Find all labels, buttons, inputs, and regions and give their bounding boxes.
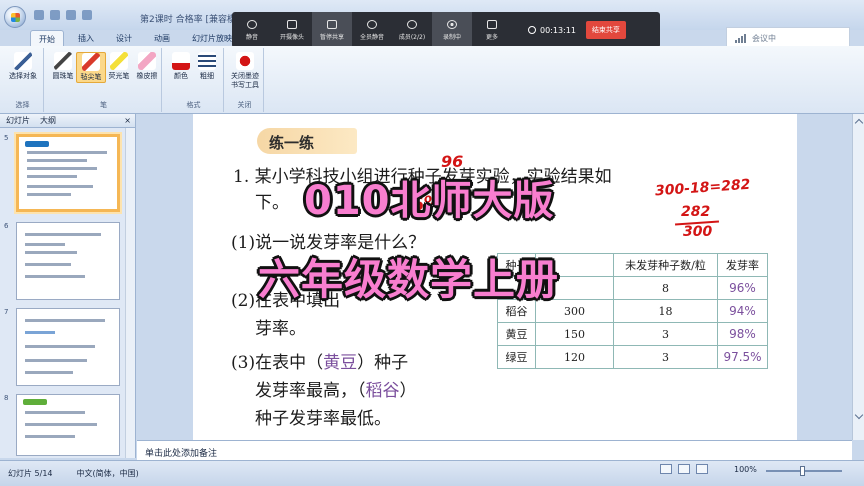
thumb-number: 6	[4, 222, 9, 230]
scroll-up-icon[interactable]	[854, 118, 864, 128]
save-icon[interactable]	[34, 10, 44, 20]
slide-pane-scrollbar[interactable]	[125, 128, 135, 458]
zoom-slider-thumb[interactable]	[800, 466, 805, 476]
close-ink-tools-button[interactable]: 关闭墨迹书写工具	[228, 52, 262, 90]
overlay-title-line1: 010北师大版	[304, 178, 555, 224]
close-pane-icon[interactable]: ×	[124, 116, 131, 125]
thumb-number: 8	[4, 394, 9, 402]
view-buttons	[660, 464, 708, 474]
sorter-view-icon[interactable]	[678, 464, 690, 474]
ballpoint-pen-icon	[54, 52, 72, 70]
scroll-down-icon[interactable]	[854, 410, 864, 420]
slide-thumbnail[interactable]	[16, 222, 120, 300]
ink-annotation: 282	[681, 204, 711, 220]
office-button[interactable]	[4, 6, 26, 28]
slide-pane-tabs: 幻灯片 大纲 ×	[0, 114, 135, 128]
quick-access-toolbar	[34, 10, 92, 20]
question-text-cont: 下。	[255, 193, 289, 213]
group-format: 颜色 粗细 格式	[164, 48, 224, 112]
answer-lowest: 稻谷	[365, 381, 400, 401]
ink-annotation: 300-18=282	[654, 176, 751, 200]
mute-all-icon	[367, 19, 377, 29]
tab-outline[interactable]: 大纲	[40, 115, 56, 126]
slide-thumbnail[interactable]	[16, 134, 120, 212]
undo-icon[interactable]	[50, 10, 60, 20]
ribbon: 选择对象 选择 圆珠笔 毡尖笔 荧光笔 橡皮擦 笔 颜色 粗细 格式 关闭墨迹书…	[0, 46, 864, 114]
microphone-icon	[247, 19, 257, 29]
thumb-number: 7	[4, 308, 9, 316]
pause-share-icon	[327, 19, 337, 29]
slide-pane: 幻灯片 大纲 × 5 6 7 8	[0, 114, 136, 458]
subquestion-2-cont: 芽率。	[255, 319, 306, 339]
tab-insert[interactable]: 插入	[70, 30, 102, 46]
slide-thumbnail[interactable]	[16, 308, 120, 386]
print-icon[interactable]	[82, 10, 92, 20]
highlighter-icon	[110, 52, 128, 70]
table-header: 发芽率	[717, 253, 768, 277]
redo-icon[interactable]	[66, 10, 76, 20]
table-row: 黄豆 150 3 98%	[497, 322, 768, 346]
tab-home[interactable]: 开始	[30, 30, 64, 46]
eraser-button[interactable]: 橡皮擦	[132, 52, 162, 81]
ink-annotation: 300	[683, 224, 713, 240]
ballpoint-pen-button[interactable]: 圆珠笔	[48, 52, 78, 81]
select-objects-button[interactable]: 选择对象	[8, 52, 38, 81]
camera-icon	[287, 19, 297, 29]
notes-pane[interactable]: 单击此处添加备注	[137, 440, 852, 460]
subquestion-3-cont: 发芽率最高，（稻谷）	[255, 381, 417, 401]
language-indicator: 中文(简体，中国)	[76, 469, 139, 478]
slideshow-view-icon[interactable]	[696, 464, 708, 474]
group-pen: 圆珠笔 毡尖笔 荧光笔 橡皮擦 笔	[46, 48, 162, 112]
thickness-button[interactable]: 粗细	[192, 52, 222, 81]
table-header: 未发芽种子数/粒	[613, 253, 718, 277]
felt-tip-pen-icon	[82, 53, 100, 71]
answer-highest: 黄豆	[323, 353, 358, 373]
felt-tip-pen-button[interactable]: 毡尖笔	[76, 52, 106, 83]
section-title: 练一练	[269, 134, 315, 152]
tab-slides[interactable]: 幻灯片	[6, 115, 30, 126]
highlighter-button[interactable]: 荧光笔	[104, 52, 134, 81]
subquestion-3: (3)在表中（黄豆）种子	[231, 353, 409, 373]
cursor-icon	[14, 52, 32, 70]
tab-animation[interactable]: 动画	[146, 30, 178, 46]
overlay-title-line2: 六年级数学上册	[258, 255, 560, 304]
group-select: 选择对象 选择	[2, 48, 44, 112]
zoom-level[interactable]: 100%	[734, 465, 757, 474]
color-icon	[172, 52, 190, 70]
close-icon	[236, 52, 254, 70]
thickness-icon	[198, 52, 216, 70]
members-icon	[407, 19, 417, 29]
thumb-number: 5	[4, 134, 9, 142]
tab-design[interactable]: 设计	[108, 30, 140, 46]
subquestion-3-end: 种子发芽率最低。	[255, 409, 391, 429]
slide-thumbnail[interactable]	[16, 394, 120, 456]
tab-slideshow[interactable]: 幻灯片放映	[184, 30, 240, 46]
vertical-scrollbar[interactable]	[852, 114, 864, 440]
table-row: 绿豆 120 3 97.5%	[497, 345, 768, 369]
group-close: 关闭墨迹书写工具 关闭	[226, 48, 264, 112]
ribbon-tabs: 开始 插入 设计 动画 幻灯片放映	[0, 30, 864, 46]
normal-view-icon[interactable]	[660, 464, 672, 474]
eraser-icon	[138, 52, 156, 70]
record-icon	[447, 19, 457, 29]
more-icon	[487, 19, 497, 29]
slide-indicator: 幻灯片 5/14	[8, 469, 53, 478]
